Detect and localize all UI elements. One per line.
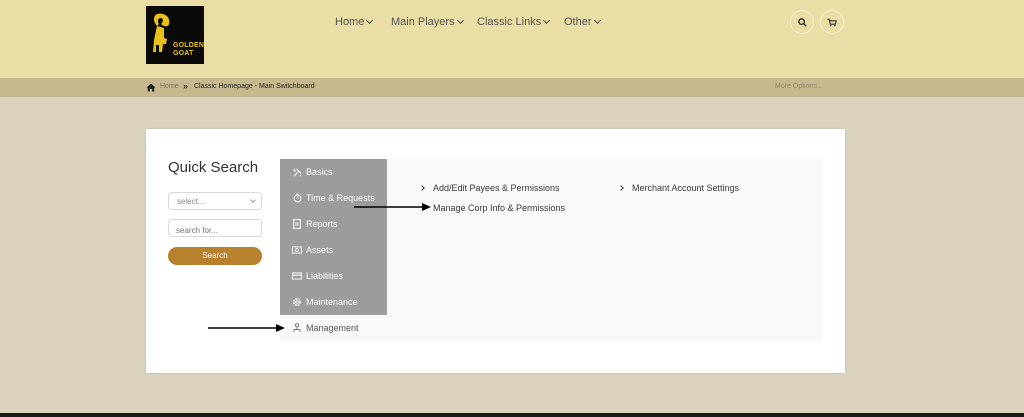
annotation-arrow-corp-info xyxy=(354,203,431,211)
quick-search-input[interactable] xyxy=(168,219,262,237)
chevron-down-icon xyxy=(543,16,551,25)
card-icon xyxy=(292,271,302,281)
menu-item-reports[interactable]: Reports xyxy=(292,219,338,229)
double-chevron-right-icon: » xyxy=(183,81,189,91)
more-options-link[interactable]: More Options... xyxy=(775,83,823,90)
menu-item-basics[interactable]: Basics xyxy=(292,167,333,177)
chevron-right-icon xyxy=(419,185,425,191)
stopwatch-icon xyxy=(292,193,302,203)
menu-item-management[interactable]: Management xyxy=(292,323,359,333)
org-chart-icon xyxy=(292,323,302,333)
logo-wordmark: GOLDEN GOAT xyxy=(173,42,205,57)
chevron-down-icon xyxy=(366,16,374,25)
quick-search-select[interactable]: select... xyxy=(168,192,262,210)
home-icon[interactable] xyxy=(146,83,156,92)
nav-home[interactable]: Home xyxy=(335,16,374,28)
golden-goat-logo[interactable]: GOLDEN GOAT xyxy=(146,6,204,64)
breadcrumb: Home » Classic Homepage - Main Switchboa… xyxy=(0,78,1024,97)
breadcrumb-current: Classic Homepage - Main Switchboard xyxy=(194,83,315,90)
cart-button[interactable] xyxy=(820,10,844,34)
cart-icon xyxy=(827,18,837,26)
quick-search-title: Quick Search xyxy=(168,159,259,176)
search-button[interactable] xyxy=(790,10,814,34)
breadcrumb-home-link[interactable]: Home xyxy=(160,83,179,90)
chevron-down-icon xyxy=(593,16,601,25)
chevron-down-icon xyxy=(250,197,256,203)
menu-item-assets[interactable]: Assets xyxy=(292,245,333,255)
tools-icon xyxy=(292,167,302,177)
menu-item-liabilities[interactable]: Liabilities xyxy=(292,271,343,281)
footer-bar xyxy=(0,413,1024,417)
search-icon xyxy=(797,17,807,27)
link-manage-corp-info[interactable]: Manage Corp Info & Permissions xyxy=(433,203,565,213)
goat-logo-icon xyxy=(153,13,170,52)
menu-item-maintenance[interactable]: Maintenance xyxy=(292,297,358,307)
search-submit-button[interactable]: Search xyxy=(168,247,262,265)
document-icon xyxy=(292,219,302,229)
nav-main-players[interactable]: Main Players xyxy=(391,16,464,28)
category-menu xyxy=(280,159,387,315)
nav-other[interactable]: Other xyxy=(564,16,601,28)
gear-icon xyxy=(292,297,302,307)
site-header: GOLDEN GOAT Home Main Players Classic Li… xyxy=(0,0,1024,78)
chevron-down-icon xyxy=(456,16,464,25)
link-merchant-account-settings[interactable]: Merchant Account Settings xyxy=(618,183,739,193)
money-icon xyxy=(292,245,302,255)
annotation-arrow-management xyxy=(208,324,285,332)
link-add-edit-payees[interactable]: Add/Edit Payees & Permissions xyxy=(419,183,560,193)
chevron-right-icon xyxy=(618,185,624,191)
nav-classic-links[interactable]: Classic Links xyxy=(477,16,551,28)
